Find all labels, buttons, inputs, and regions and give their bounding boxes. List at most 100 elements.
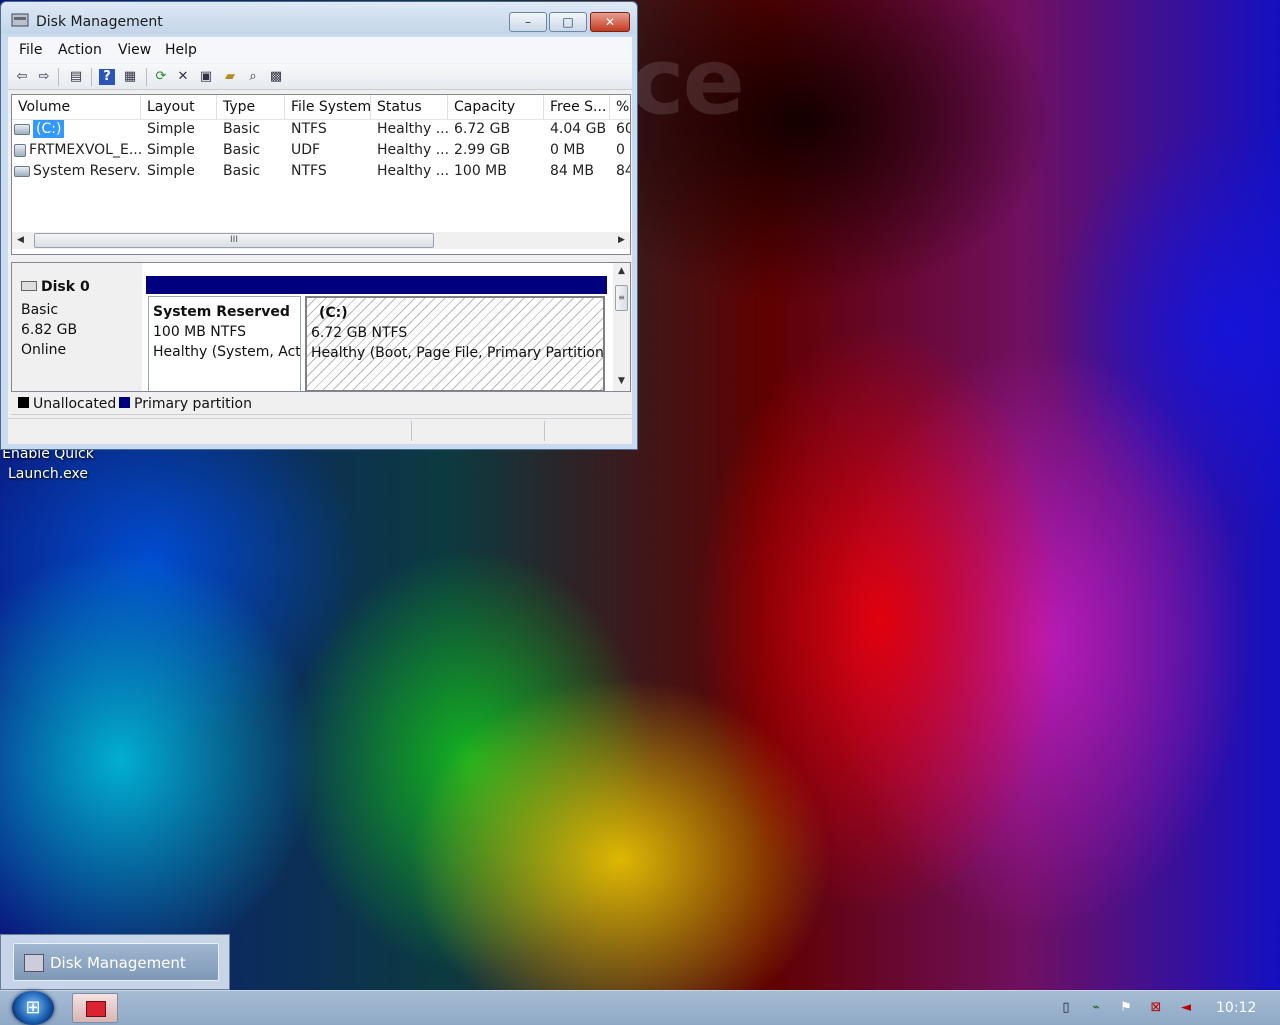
partition-details: (C:) 6.72 GB NTFS Healthy (Boot, Page Fi… bbox=[305, 296, 605, 391]
action-center-flag-icon[interactable]: ⚑ bbox=[1118, 1000, 1134, 1016]
table-row[interactable]: (C:) Simple Basic NTFS Healthy ... 6.72 … bbox=[12, 119, 630, 140]
column-header-capacity[interactable]: Capacity bbox=[448, 95, 544, 119]
disk-info-panel[interactable]: Disk 0 Basic 6.82 GB Online bbox=[12, 263, 142, 391]
status-bar bbox=[8, 418, 632, 443]
table-row[interactable]: FRTMEXVOL_E... Simple Basic UDF Healthy … bbox=[12, 140, 630, 161]
back-icon[interactable]: ⇦ bbox=[14, 69, 30, 85]
start-button[interactable]: ⊞ bbox=[12, 991, 54, 1025]
column-header-type[interactable]: Type bbox=[217, 95, 285, 119]
explore-icon[interactable]: ⌕ bbox=[245, 69, 261, 85]
status-cell: Healthy ... bbox=[377, 121, 448, 137]
windows-logo-icon: ⊞ bbox=[25, 997, 41, 1018]
volume-name: System Reserv... bbox=[12, 161, 141, 182]
column-header-percent[interactable]: % bbox=[610, 95, 630, 119]
status-cell: Healthy ... bbox=[377, 163, 448, 179]
unallocated-swatch bbox=[18, 397, 29, 408]
column-header-file-system[interactable]: File System bbox=[285, 95, 371, 119]
percent-cell: 84 bbox=[616, 163, 630, 179]
capacity-cell: 2.99 GB bbox=[454, 142, 511, 158]
file-system-cell: NTFS bbox=[291, 163, 327, 179]
console-tree-icon[interactable]: ▤ bbox=[68, 69, 84, 85]
disk-graphical-view: Disk 0 Basic 6.82 GB Online System Reser… bbox=[11, 262, 631, 392]
properties-icon[interactable]: ▣ bbox=[198, 69, 214, 85]
document-icon[interactable]: ▯ bbox=[1058, 1000, 1074, 1016]
menu-bar: File Action View Help bbox=[8, 37, 632, 63]
window-client: File Action View Help ⇦ ⇨ ▤ ? ▦ ⟳ ✕ ▣ ▰ … bbox=[8, 37, 632, 444]
scroll-up-icon[interactable]: ▲ bbox=[613, 263, 630, 279]
partition-c-drive[interactable]: (C:) 6.72 GB NTFS Healthy (Boot, Page Fi… bbox=[303, 276, 607, 391]
toolbar: ⇦ ⇨ ▤ ? ▦ ⟳ ✕ ▣ ▰ ⌕ ▩ bbox=[8, 64, 632, 90]
menu-action[interactable]: Action bbox=[58, 42, 102, 58]
type-cell: Basic bbox=[223, 163, 261, 179]
volume-list: Volume Layout Type File System Status Ca… bbox=[11, 94, 631, 255]
help-icon[interactable]: ? bbox=[99, 69, 115, 85]
menu-file[interactable]: File bbox=[19, 42, 42, 58]
toolbar-separator bbox=[146, 68, 147, 86]
type-cell: Basic bbox=[223, 142, 261, 158]
scroll-down-icon[interactable]: ▼ bbox=[613, 373, 630, 389]
close-button[interactable]: ✕ bbox=[590, 12, 630, 32]
partition-title: (C:) bbox=[319, 305, 348, 321]
volume-icon bbox=[14, 165, 30, 177]
toolbar-separator bbox=[91, 68, 92, 86]
show-pane-icon[interactable]: ▦ bbox=[122, 69, 138, 85]
primary-partition-swatch bbox=[119, 397, 130, 408]
menu-view[interactable]: View bbox=[118, 42, 151, 58]
minimize-button[interactable]: – bbox=[509, 12, 547, 32]
partition-details: System Reserved 100 MB NTFS Healthy (Sys… bbox=[148, 296, 301, 391]
disk-status: Online bbox=[21, 342, 67, 358]
scroll-thumb[interactable]: III bbox=[34, 233, 434, 248]
disk-management-task-button[interactable]: Disk Management bbox=[13, 943, 219, 981]
legend: Unallocated Primary partition bbox=[11, 394, 631, 415]
partition-title: System Reserved bbox=[153, 304, 290, 320]
disk-type: Basic bbox=[21, 302, 59, 318]
scroll-thumb[interactable]: ≡ bbox=[615, 285, 628, 311]
file-system-cell: UDF bbox=[291, 142, 321, 158]
volume-icon bbox=[14, 123, 30, 135]
delete-icon[interactable]: ✕ bbox=[175, 69, 191, 85]
volume-muted-icon[interactable]: ◄ bbox=[1178, 1000, 1194, 1016]
toolbar-separator bbox=[58, 68, 59, 86]
column-header-layout[interactable]: Layout bbox=[141, 95, 217, 119]
scroll-left-icon[interactable]: ◀ bbox=[12, 232, 29, 249]
partition-bar bbox=[146, 276, 303, 294]
column-header-free-space[interactable]: Free S... bbox=[544, 95, 610, 119]
network-disconnected-icon[interactable]: ⊠ bbox=[1148, 1000, 1164, 1016]
status-separator bbox=[544, 421, 545, 441]
open-icon[interactable]: ▰ bbox=[222, 69, 238, 85]
network-icon[interactable]: ⌁ bbox=[1088, 1000, 1104, 1016]
menu-help[interactable]: Help bbox=[165, 42, 197, 58]
column-header-volume[interactable]: Volume bbox=[12, 95, 141, 119]
scroll-right-icon[interactable]: ▶ bbox=[613, 232, 630, 249]
table-row[interactable]: System Reserv... Simple Basic NTFS Healt… bbox=[12, 161, 630, 182]
desktop-icon-label[interactable]: Enable Quick Launch.exe bbox=[0, 444, 96, 484]
capacity-cell: 6.72 GB bbox=[454, 121, 511, 137]
status-separator bbox=[411, 421, 412, 441]
title-bar[interactable]: Disk Management – □ ✕ bbox=[1, 2, 637, 34]
volume-name: FRTMEXVOL_E... bbox=[12, 140, 141, 161]
disk-management-icon bbox=[86, 1001, 106, 1017]
settings-icon[interactable]: ▩ bbox=[268, 69, 284, 85]
vertical-scrollbar[interactable]: ▲ ≡ ▼ bbox=[613, 263, 630, 391]
taskbar: ⊞ ▯ ⌁ ⚑ ⊠ ◄ 10:12 bbox=[0, 990, 1280, 1025]
disk-management-icon bbox=[24, 954, 44, 972]
layout-cell: Simple bbox=[147, 142, 195, 158]
maximize-button[interactable]: □ bbox=[549, 12, 587, 32]
partition-system-reserved[interactable]: System Reserved 100 MB NTFS Healthy (Sys… bbox=[146, 276, 303, 391]
forward-icon[interactable]: ⇨ bbox=[36, 69, 52, 85]
partition-status: Healthy (System, Acti bbox=[153, 344, 301, 360]
refresh-icon[interactable]: ⟳ bbox=[153, 69, 169, 85]
type-cell: Basic bbox=[223, 121, 261, 137]
list-header: Volume Layout Type File System Status Ca… bbox=[12, 95, 630, 120]
disk-name: Disk 0 bbox=[21, 279, 90, 295]
file-system-cell: NTFS bbox=[291, 121, 327, 137]
clock[interactable]: 10:12 bbox=[1216, 1000, 1256, 1016]
task-label: Disk Management bbox=[50, 954, 186, 972]
horizontal-scrollbar[interactable]: ◀ III ▶ bbox=[12, 232, 630, 249]
partition-size: 100 MB NTFS bbox=[153, 324, 247, 340]
taskbar-app-button[interactable] bbox=[72, 993, 118, 1023]
column-header-status[interactable]: Status bbox=[371, 95, 448, 119]
partition-bar bbox=[303, 276, 607, 294]
taskbar-thumbnail-popup: Disk Management bbox=[0, 934, 230, 990]
free-space-cell: 4.04 GB bbox=[550, 121, 607, 137]
